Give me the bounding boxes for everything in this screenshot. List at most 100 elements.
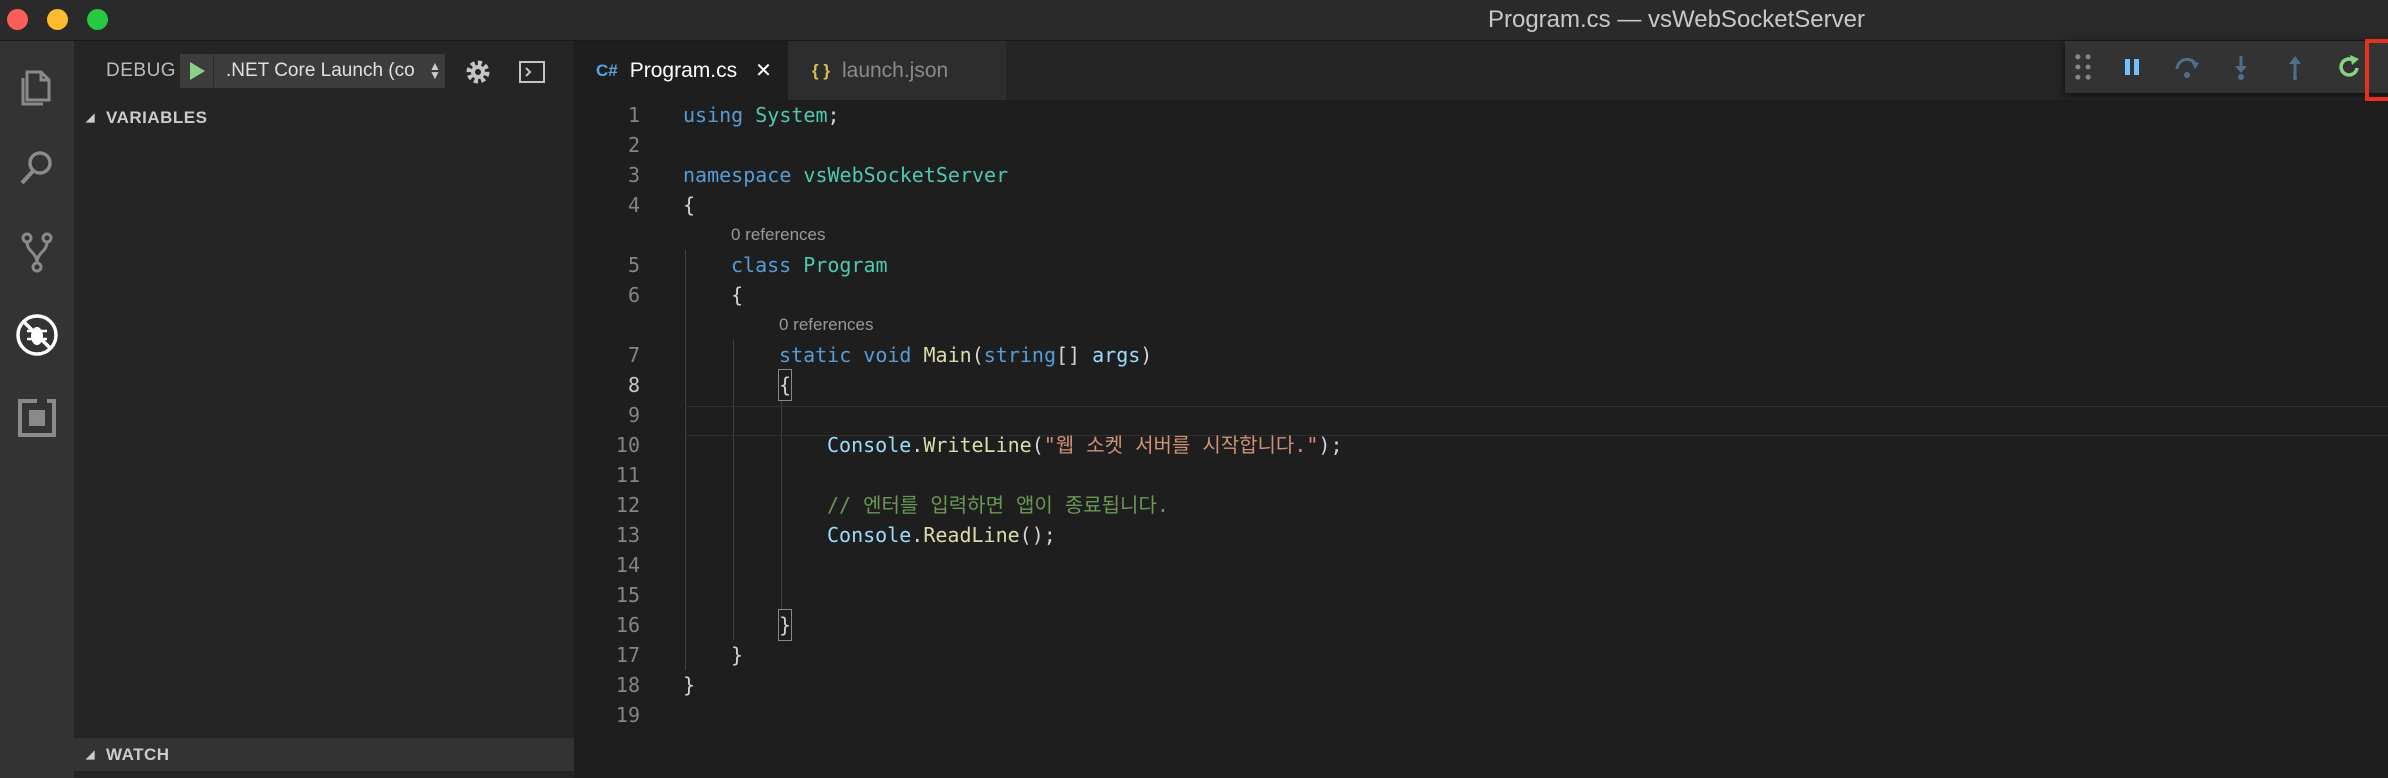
brace: { bbox=[683, 193, 696, 217]
code-line: 19 bbox=[574, 700, 2388, 730]
method-name: WriteLine bbox=[923, 433, 1032, 457]
punctuation: . bbox=[911, 433, 924, 457]
line-number: 11 bbox=[615, 463, 640, 487]
parameter: args bbox=[1092, 343, 1141, 367]
extensions-icon[interactable] bbox=[0, 381, 74, 455]
codelens-references[interactable]: 0 references bbox=[731, 220, 826, 250]
class-name: Program bbox=[803, 253, 888, 277]
code-line: 13 Console.ReadLine(); bbox=[574, 520, 2388, 550]
step-over-icon[interactable] bbox=[2165, 41, 2209, 93]
code-line: 3 namespace vsWebSocketServer bbox=[574, 160, 2388, 190]
keyword: static bbox=[779, 343, 852, 367]
punctuation: [] bbox=[1055, 343, 1093, 367]
brace: } bbox=[731, 643, 744, 667]
line-number: 19 bbox=[615, 703, 640, 727]
debug-console-icon[interactable] bbox=[518, 60, 546, 84]
line-number: 8 bbox=[627, 373, 640, 397]
brace: } bbox=[777, 609, 793, 641]
comment: // 엔터를 입력하면 앱이 종료됩니다. bbox=[827, 493, 1169, 517]
punctuation: ) bbox=[1140, 343, 1153, 367]
source-control-icon[interactable] bbox=[0, 215, 74, 289]
code-editor[interactable]: 1 using System; 2 3 namespace vsWebSocke… bbox=[574, 100, 2388, 778]
keyword: class bbox=[731, 253, 792, 277]
identifier: Console bbox=[827, 523, 912, 547]
code-line: 10 Console.WriteLine("웹 소켓 서버를 시작합니다."); bbox=[574, 430, 2388, 460]
pause-icon[interactable] bbox=[2110, 41, 2154, 93]
codelens-references[interactable]: 0 references bbox=[779, 310, 874, 340]
tab-label: launch.json bbox=[841, 58, 949, 82]
collapse-caret-icon: ◢ bbox=[86, 112, 95, 124]
keyword: namespace bbox=[683, 163, 792, 187]
drag-handle-icon[interactable] bbox=[2070, 41, 2096, 93]
step-into-icon[interactable] bbox=[2219, 41, 2263, 93]
punctuation: ( bbox=[1031, 433, 1044, 457]
code-line: 4 { bbox=[574, 190, 2388, 220]
watch-label: WATCH bbox=[106, 744, 170, 764]
stop-button-highlight bbox=[2365, 39, 2388, 101]
debug-sidebar: DEBUG .NET Core Launch (co ▲ ▼ ◢ VARIABLE… bbox=[74, 41, 574, 778]
search-icon[interactable] bbox=[0, 131, 74, 205]
tab-label: Program.cs bbox=[629, 58, 738, 82]
play-icon bbox=[190, 62, 205, 80]
debug-label: DEBUG bbox=[106, 60, 177, 81]
activity-bar bbox=[0, 41, 74, 778]
tab-program-cs[interactable]: C# Program.cs ✕ bbox=[574, 41, 788, 100]
debug-action-toolbar bbox=[2065, 41, 2388, 93]
codelens-line: 0 references bbox=[574, 220, 2388, 250]
line-number: 2 bbox=[627, 133, 640, 157]
keyword: void bbox=[863, 343, 912, 367]
watch-section-header[interactable]: ◢ WATCH bbox=[74, 738, 574, 771]
string-literal: "웹 소켓 서버를 시작합니다." bbox=[1043, 433, 1319, 457]
code-line: 18 } bbox=[574, 670, 2388, 700]
punctuation: ); bbox=[1318, 433, 1343, 457]
line-number: 10 bbox=[615, 433, 640, 457]
code-line: 11 bbox=[574, 460, 2388, 490]
code-line: 14 bbox=[574, 550, 2388, 580]
code-line: 16 } bbox=[574, 609, 2388, 641]
code-line: 9 bbox=[574, 400, 2388, 430]
configuration-select[interactable]: .NET Core Launch (co bbox=[214, 60, 426, 82]
code-line: 12 // 엔터를 입력하면 앱이 종료됩니다. bbox=[574, 490, 2388, 520]
close-icon[interactable]: ✕ bbox=[755, 58, 772, 83]
identifier: Console bbox=[827, 433, 912, 457]
debug-icon[interactable] bbox=[0, 298, 74, 372]
code-line: 2 bbox=[574, 130, 2388, 160]
variables-section-header[interactable]: ◢ VARIABLES bbox=[74, 101, 574, 134]
step-out-icon[interactable] bbox=[2273, 41, 2317, 93]
explorer-icon[interactable] bbox=[0, 49, 74, 123]
json-file-icon: { } bbox=[812, 60, 830, 80]
code-line: 1 using System; bbox=[574, 100, 2388, 130]
punctuation: . bbox=[911, 523, 924, 547]
namespace-name: vsWebSocketServer bbox=[803, 163, 1009, 187]
collapse-caret-icon: ◢ bbox=[86, 749, 95, 761]
tab-launch-json[interactable]: { } launch.json bbox=[788, 41, 1006, 100]
line-number: 15 bbox=[615, 583, 640, 607]
method-name: Main bbox=[923, 343, 972, 367]
code-line: 15 bbox=[574, 580, 2388, 610]
code-line: 6 { bbox=[574, 280, 2388, 310]
punctuation: ( bbox=[971, 343, 984, 367]
line-number: 4 bbox=[627, 193, 640, 217]
csharp-file-icon: C# bbox=[596, 60, 618, 80]
method-name: ReadLine bbox=[923, 523, 1020, 547]
line-number: 5 bbox=[627, 253, 640, 277]
line-number: 1 bbox=[627, 103, 640, 127]
brace: { bbox=[777, 369, 793, 401]
window-title: Program.cs — vsWebSocketServer bbox=[1487, 6, 1865, 33]
debug-toolbar-header: DEBUG .NET Core Launch (co ▲ ▼ bbox=[74, 41, 574, 101]
code-line: 5 class Program bbox=[574, 250, 2388, 280]
line-number: 17 bbox=[615, 643, 640, 667]
line-number: 3 bbox=[627, 163, 640, 187]
punctuation: ; bbox=[827, 103, 840, 127]
start-debugging-button[interactable] bbox=[181, 55, 214, 87]
line-number: 14 bbox=[615, 553, 640, 577]
type-name: System bbox=[755, 103, 828, 127]
line-number: 13 bbox=[615, 523, 640, 547]
code-line: 17 } bbox=[574, 640, 2388, 670]
gear-icon[interactable] bbox=[463, 57, 493, 87]
title-bar: Program.cs — vsWebSocketServer bbox=[0, 0, 2388, 41]
codelens-line: 0 references bbox=[574, 310, 2388, 340]
variables-label: VARIABLES bbox=[106, 107, 208, 127]
line-number: 6 bbox=[627, 283, 640, 307]
line-number: 7 bbox=[627, 343, 640, 367]
